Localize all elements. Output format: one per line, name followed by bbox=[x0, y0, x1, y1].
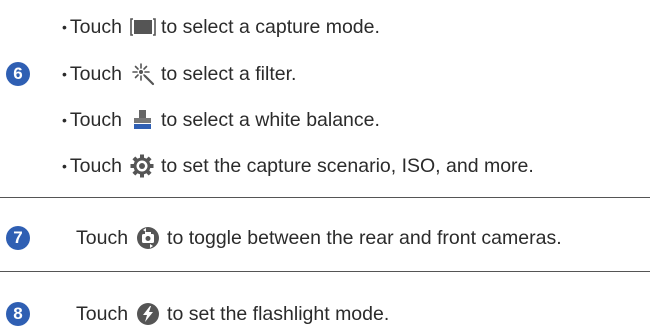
divider bbox=[0, 197, 650, 198]
step8-text-row: Touch to set the flashlight mode. bbox=[76, 302, 389, 326]
step7-text-row: Touch to toggle between the rear and fro… bbox=[76, 226, 562, 250]
step6-item-settings: • Touch to set the capture scenario, ISO… bbox=[62, 154, 534, 178]
item-text: to set the capture scenario, ISO, and mo… bbox=[160, 155, 534, 177]
filter-icon bbox=[130, 62, 156, 86]
touch-label: Touch bbox=[69, 63, 122, 85]
touch-label: Touch bbox=[76, 227, 129, 249]
item-text: to select a white balance. bbox=[160, 109, 380, 131]
bullet: • bbox=[62, 19, 67, 35]
step-text: to toggle between the rear and front cam… bbox=[167, 227, 562, 249]
switch-camera-icon bbox=[136, 226, 162, 250]
step-number-7: 7 bbox=[6, 226, 30, 250]
capture-mode-icon bbox=[130, 15, 156, 39]
touch-label: Touch bbox=[69, 155, 122, 177]
bullet: • bbox=[62, 158, 67, 174]
touch-label: Touch bbox=[69, 109, 122, 131]
touch-label: Touch bbox=[76, 303, 129, 325]
step-number-6: 6 bbox=[6, 62, 30, 86]
white-balance-icon bbox=[130, 108, 156, 132]
bullet: • bbox=[62, 112, 67, 128]
item-text: to select a filter. bbox=[160, 63, 297, 85]
step6-item-filter: • Touch to select a filter. bbox=[62, 62, 296, 86]
divider bbox=[0, 271, 650, 272]
step-text: to set the flashlight mode. bbox=[167, 303, 390, 325]
step-number-8: 8 bbox=[6, 302, 30, 326]
item-text: to select a capture mode. bbox=[160, 16, 380, 38]
step6-item-white-balance: • Touch to select a white balance. bbox=[62, 108, 380, 132]
bullet: • bbox=[62, 66, 67, 82]
step6-item-capture-mode: • Touch to select a capture mode. bbox=[62, 15, 380, 39]
settings-gear-icon bbox=[130, 154, 156, 178]
flash-icon bbox=[136, 302, 162, 326]
touch-label: Touch bbox=[69, 16, 122, 38]
